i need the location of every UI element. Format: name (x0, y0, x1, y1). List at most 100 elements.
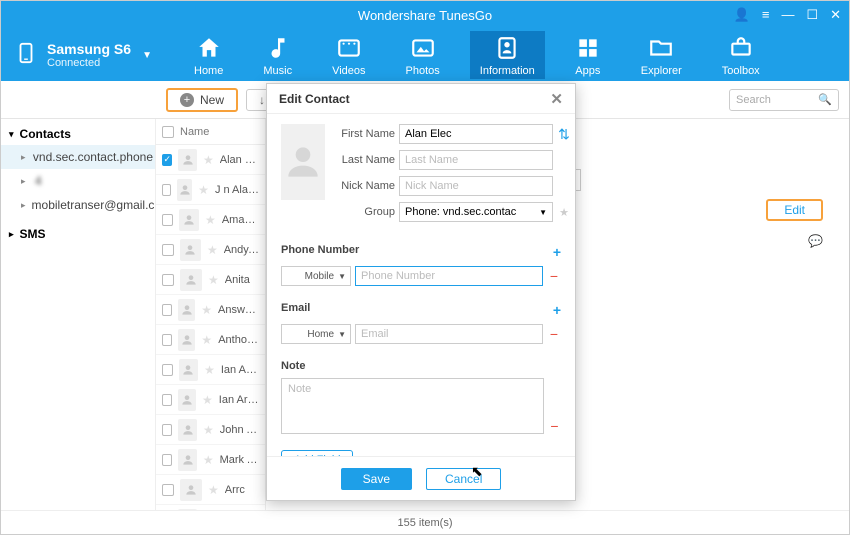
close-icon[interactable]: ✕ (830, 7, 841, 23)
select-all-checkbox[interactable] (162, 126, 174, 138)
tab-photos[interactable]: Photos (396, 31, 450, 79)
tree-item-gmail[interactable]: ▸mobiletranser@gmail.c... (1, 193, 155, 217)
chevron-down-icon: ▼ (539, 208, 547, 217)
list-item[interactable]: ★Answer ph (156, 295, 265, 325)
star-icon[interactable]: ★ (201, 303, 212, 317)
star-icon[interactable]: ★ (198, 183, 209, 197)
remove-note-icon[interactable]: − (548, 418, 561, 434)
email-field[interactable] (355, 324, 543, 344)
phone-field[interactable] (355, 266, 543, 286)
star-icon[interactable]: ★ (208, 273, 219, 287)
contact-name: Amanda (222, 214, 259, 226)
tab-videos[interactable]: Videos (322, 31, 375, 79)
star-icon[interactable]: ★ (202, 393, 213, 407)
star-icon[interactable]: ★ (208, 483, 219, 497)
avatar-icon (179, 209, 199, 231)
close-icon[interactable]: ✕ (550, 90, 563, 108)
remove-phone-icon[interactable]: − (547, 268, 561, 284)
checkbox[interactable] (162, 244, 174, 256)
list-item[interactable]: ✓★Alan Elec (156, 145, 265, 175)
checkbox[interactable] (162, 394, 172, 406)
tab-explorer[interactable]: Explorer (631, 31, 692, 79)
list-item[interactable]: ★Ian Armit (156, 355, 265, 385)
add-phone-icon[interactable]: + (553, 244, 561, 260)
tab-music[interactable]: Music (253, 31, 302, 79)
star-icon[interactable]: ★ (205, 213, 216, 227)
window-controls: 👤 ≡ — ☐ ✕ (734, 7, 841, 23)
checkbox[interactable] (162, 214, 173, 226)
nick-name-label: Nick Name (335, 180, 395, 192)
tree-sms-header[interactable]: ▸SMS (1, 223, 155, 245)
dialog-footer: Save Cancel (267, 456, 575, 500)
checkbox[interactable]: ✓ (162, 154, 172, 166)
nick-name-field[interactable] (399, 176, 553, 196)
checkbox[interactable] (162, 334, 172, 346)
add-email-icon[interactable]: + (553, 302, 561, 318)
checkbox[interactable] (162, 274, 174, 286)
mouse-cursor: ⬉ (471, 463, 483, 480)
tree-item-phone[interactable]: ▸vnd.sec.contact.phone (1, 145, 155, 169)
chevron-down-icon: ▾ (9, 129, 14, 140)
contact-name: Arrc (225, 484, 245, 496)
email-section-header: Email+ (281, 302, 561, 318)
checkbox[interactable] (162, 364, 173, 376)
star-icon[interactable]: ★ (557, 206, 571, 219)
device-nav-bar: Samsung S6 Connected ▼ Home Music Videos… (1, 29, 849, 81)
list-item[interactable]: ★ John Arm (156, 415, 265, 445)
tab-apps[interactable]: Apps (565, 31, 611, 79)
chevron-down-icon: ▼ (142, 50, 152, 61)
list-item[interactable]: ★J n Alan Elec (156, 175, 265, 205)
minimize-icon[interactable]: — (781, 7, 794, 23)
tab-information[interactable]: Information (470, 31, 545, 79)
checkbox[interactable] (162, 184, 171, 196)
search-input[interactable]: Search 🔍 (729, 89, 839, 111)
star-icon[interactable]: ★ (201, 333, 212, 347)
list-item[interactable]: ★ Arrc (156, 475, 265, 505)
note-section-header: Note (281, 360, 561, 372)
remove-email-icon[interactable]: − (547, 326, 561, 342)
user-icon[interactable]: 👤 (734, 7, 750, 23)
note-field[interactable] (281, 378, 544, 434)
tab-toolbox[interactable]: Toolbox (712, 31, 770, 79)
list-item[interactable]: ★ Amanda (156, 205, 265, 235)
checkbox[interactable] (162, 454, 172, 466)
list-item[interactable]: ★Anthony H (156, 325, 265, 355)
avatar-placeholder[interactable] (281, 124, 325, 200)
cancel-button[interactable]: Cancel (426, 468, 501, 490)
edit-button[interactable]: Edit (766, 199, 823, 221)
swap-icon[interactable]: ⇅ (557, 126, 571, 143)
new-button[interactable]: +New (166, 88, 238, 112)
maximize-icon[interactable]: ☐ (806, 7, 818, 23)
star-icon[interactable]: ★ (203, 453, 214, 467)
device-status: Connected (47, 57, 131, 69)
tree-item-account2[interactable]: ▸4 (1, 169, 155, 193)
list-item[interactable]: ★Andy,M (156, 235, 265, 265)
first-name-field[interactable] (399, 124, 553, 144)
avatar-icon (180, 239, 201, 261)
tree-contacts-header[interactable]: ▾Contacts (1, 123, 155, 145)
status-bar: 155 item(s) (1, 510, 849, 534)
save-button[interactable]: Save (341, 468, 412, 490)
list-item[interactable]: ★Ian Armita (156, 385, 265, 415)
plus-icon: + (180, 93, 194, 107)
star-icon[interactable]: ★ (207, 243, 218, 257)
avatar-icon (178, 449, 196, 471)
star-icon[interactable]: ★ (203, 423, 214, 437)
checkbox[interactable] (162, 484, 174, 496)
group-select[interactable]: Phone: vnd.sec.contac▼ (399, 202, 553, 222)
message-icon[interactable]: 💬 (808, 234, 823, 248)
email-type-select[interactable]: Home▼ (281, 324, 351, 344)
tab-home[interactable]: Home (184, 31, 233, 79)
star-icon[interactable]: ★ (203, 153, 214, 167)
edit-contact-dialog: Edit Contact ✕ First Name ⇅ Last Name ⇅ … (266, 83, 576, 501)
star-icon[interactable]: ★ (204, 363, 215, 377)
contact-name: John Arm (220, 424, 259, 436)
device-selector[interactable]: Samsung S6 Connected ▼ (1, 39, 166, 72)
list-item[interactable]: ★Anita (156, 265, 265, 295)
phone-type-select[interactable]: Mobile▼ (281, 266, 351, 286)
checkbox[interactable] (162, 304, 172, 316)
checkbox[interactable] (162, 424, 172, 436)
menu-icon[interactable]: ≡ (762, 7, 770, 23)
list-item[interactable]: ★Mark Arm (156, 445, 265, 475)
last-name-field[interactable] (399, 150, 553, 170)
